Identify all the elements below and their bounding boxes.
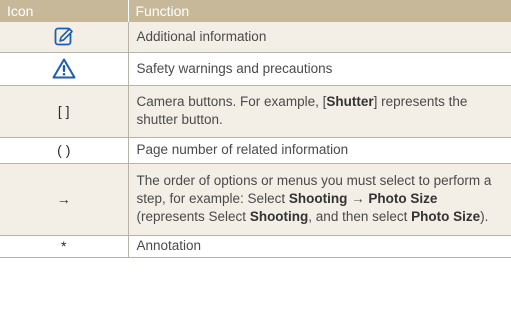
bold-run: Photo Size <box>368 191 438 206</box>
text-run: , and then select <box>308 209 412 224</box>
text-run: Camera buttons. For example, [ <box>136 94 327 109</box>
header-function: Function <box>127 0 511 22</box>
warning-triangle-icon <box>0 58 128 79</box>
icon-cell: ( ) <box>0 137 128 164</box>
function-cell: Page number of related information <box>127 137 511 164</box>
function-cell: Annotation <box>127 235 511 258</box>
table-row: Additional information <box>0 22 511 53</box>
function-cell: Additional information <box>127 22 511 53</box>
function-cell: Safety warnings and precautions <box>127 52 511 86</box>
bold-run: Photo Size <box>411 209 481 224</box>
bold-run: Shutter <box>326 94 374 109</box>
note-pencil-icon <box>0 27 128 47</box>
table-row: [ ] Camera buttons. For example, [Shutte… <box>0 85 511 138</box>
icon-cell <box>0 22 128 53</box>
table-header-row: Icon Function <box>0 0 511 22</box>
parentheses-symbol: ( ) <box>57 142 71 158</box>
text-run: (represents Select <box>136 209 250 224</box>
header-icon: Icon <box>7 3 34 19</box>
bold-run: Shooting <box>249 209 309 224</box>
icon-cell: [ ] <box>0 85 128 138</box>
brackets-symbol: [ ] <box>57 103 70 119</box>
icon-cell: * <box>0 235 128 258</box>
table-row: ( ) Page number of related information <box>0 137 511 164</box>
function-cell: Camera buttons. For example, [Shutter] r… <box>127 85 511 138</box>
asterisk-symbol: * <box>61 238 67 254</box>
bold-run: Shooting <box>288 191 348 206</box>
table-row: → The order of options or menus you must… <box>0 163 511 236</box>
table-row: Safety warnings and precautions <box>0 52 511 86</box>
table-row: * Annotation <box>0 235 511 258</box>
icon-cell: → <box>0 163 128 236</box>
icon-cell <box>0 52 128 86</box>
icon-function-table: Icon Function Additional information Saf… <box>0 0 511 258</box>
arrow-symbol: → <box>56 191 71 207</box>
text-run: → <box>347 191 369 206</box>
text-run: ). <box>480 209 489 224</box>
function-cell: The order of options or menus you must s… <box>127 163 511 236</box>
